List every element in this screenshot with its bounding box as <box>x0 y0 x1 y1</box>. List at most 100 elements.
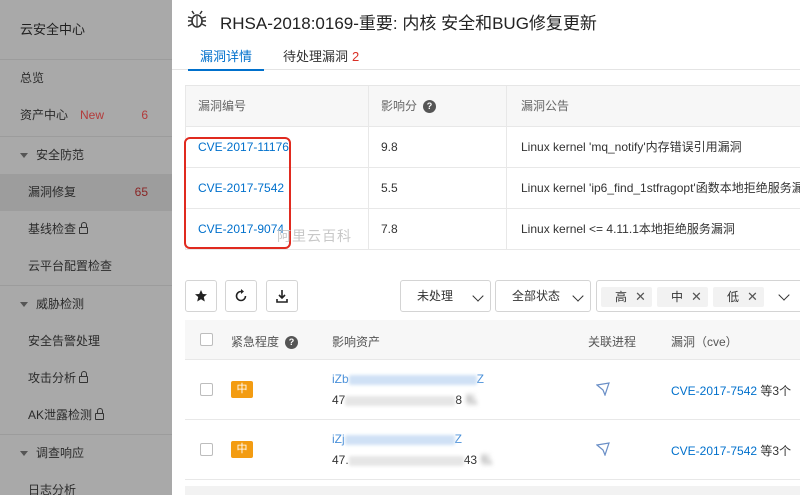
tab-pending-vulns[interactable]: 待处理漏洞 2 <box>283 46 359 70</box>
process-send-icon[interactable] <box>596 382 610 396</box>
column-header: 漏洞（cve） <box>671 335 738 349</box>
column-header-label: 紧急程度 <box>231 335 280 349</box>
private-ip-label: 私 <box>480 453 493 467</box>
select-all-checkbox[interactable] <box>200 333 213 346</box>
cve-cell: CVE-2017-7542 等3个 <box>671 442 791 459</box>
row-checkbox[interactable] <box>200 383 213 396</box>
sidebar-item-label: 总览 <box>20 71 45 85</box>
notice-cell: Linux kernel <= 4.11.1本地拒绝服务漏洞 <box>521 222 735 236</box>
sidebar-group-protection[interactable]: 安全防范 <box>0 137 172 174</box>
select-value: 全部状态 <box>512 289 561 303</box>
notice-cell: Linux kernel 'ip6_find_1stfragopt'函数本地拒绝… <box>521 181 800 195</box>
redacted-text <box>348 374 477 385</box>
tag-label: 低 <box>727 290 740 304</box>
sidebar-item-label: 安全告警处理 <box>28 334 101 348</box>
lock-icon <box>79 371 89 383</box>
caret-down-icon <box>20 302 28 308</box>
chevron-down-icon <box>572 290 584 302</box>
table-row: 中 iZj Z 47. 43 私 CVE-2017-7542 等3个 <box>185 420 800 480</box>
sidebar-item-ak[interactable]: AK泄露检测 <box>0 397 172 434</box>
sidebar-item-label: 攻击分析 <box>28 371 77 385</box>
level-badge: 中 <box>231 381 253 398</box>
level-badge: 中 <box>231 441 253 458</box>
cve-link[interactable]: CVE-2017-11176 <box>198 140 289 154</box>
chevron-down-icon <box>778 289 790 301</box>
column-header: 影响资产 <box>332 335 381 349</box>
sidebar-item-baseline[interactable]: 基线检查 <box>0 211 172 248</box>
asset-name-prefix: iZj <box>332 432 345 446</box>
panel-header: RHSA-2018:0169-重要: 内核 安全和BUG修复更新 <box>172 0 800 40</box>
cve-more: 等3个 <box>760 384 792 398</box>
cve-link[interactable]: CVE-2017-7542 <box>671 384 757 398</box>
caret-down-icon <box>20 153 28 159</box>
redacted-text <box>344 434 455 445</box>
tab-label: 漏洞详情 <box>200 49 253 64</box>
table-row: CVE-2017-11176 9.8 Linux kernel 'mq_noti… <box>185 127 800 168</box>
column-header: 漏洞公告 <box>521 99 570 113</box>
sidebar-item-alerts[interactable]: 安全告警处理 <box>0 323 172 360</box>
tag-label: 高 <box>615 290 628 304</box>
assets-count: 6 <box>141 108 148 122</box>
sidebar-item-log[interactable]: 日志分析 <box>0 472 172 495</box>
cve-link[interactable]: CVE-2017-7542 <box>198 181 284 195</box>
close-icon[interactable]: ✕ <box>747 287 758 307</box>
level-multi-select[interactable]: 高 ✕ 中 ✕ 低 ✕ <box>596 280 800 312</box>
asset-name-link[interactable]: iZj Z <box>332 432 462 446</box>
download-button[interactable] <box>266 280 298 312</box>
star-button[interactable] <box>185 280 217 312</box>
level-tag-high: 高 ✕ <box>601 287 652 307</box>
ip-suffix: 43 <box>463 453 478 467</box>
column-header-label: 影响分 <box>381 99 418 113</box>
tab-vuln-detail[interactable]: 漏洞详情 <box>187 46 265 71</box>
close-icon[interactable]: ✕ <box>635 287 646 307</box>
sidebar-group-investigate[interactable]: 调查响应 <box>0 435 172 472</box>
sidebar-item-label: 云平台配置检查 <box>28 259 113 273</box>
ip-suffix: 8 <box>455 393 463 407</box>
asset-ip: 47 8 私 <box>332 391 477 408</box>
cve-link[interactable]: CVE-2017-9074 <box>198 222 284 236</box>
table-header-row: 紧急程度? 影响资产 关联进程 漏洞（cve） <box>185 320 800 360</box>
table-header-row: 漏洞编号 影响分? 漏洞公告 <box>185 86 800 127</box>
help-icon[interactable]: ? <box>423 100 437 114</box>
lock-icon <box>79 222 89 234</box>
private-ip-label: 私 <box>465 393 478 407</box>
sidebar-item-assets[interactable]: 资产中心 New 6 <box>0 97 172 134</box>
help-icon[interactable]: ? <box>285 336 299 350</box>
star-icon <box>195 290 207 302</box>
cve-cell: CVE-2017-11176 <box>186 127 369 168</box>
sidebar: 云安全中心 总览 资产中心 New 6 安全防范 漏洞修复 65 基线检查 云平台配置… <box>0 0 172 495</box>
sidebar-item-attack[interactable]: 攻击分析 <box>0 360 172 397</box>
sidebar-item-vuln[interactable]: 漏洞修复 65 <box>0 174 172 211</box>
sidebar-group-label: 威胁检测 <box>36 297 85 311</box>
state-filter-select[interactable]: 全部状态 <box>495 280 591 312</box>
pending-count-badge: 2 <box>352 49 360 64</box>
new-badge: New <box>80 108 105 122</box>
asset-ip: 47. 43 私 <box>332 451 492 468</box>
column-header: 关联进程 <box>588 335 637 349</box>
ip-prefix: 47 <box>332 393 346 407</box>
caret-down-icon <box>20 451 28 457</box>
close-icon[interactable]: ✕ <box>691 287 702 307</box>
sidebar-item-cloud-config[interactable]: 云平台配置检查 <box>0 248 172 285</box>
sidebar-group-threat[interactable]: 威胁检测 <box>0 286 172 323</box>
score-cell: 7.8 <box>369 209 507 250</box>
status-filter-select[interactable]: 未处理 <box>400 280 491 312</box>
sidebar-item-label: 日志分析 <box>28 483 77 495</box>
process-send-icon[interactable] <box>596 442 610 456</box>
row-checkbox[interactable] <box>200 443 213 456</box>
score-cell: 5.5 <box>369 168 507 209</box>
select-value: 未处理 <box>417 289 454 303</box>
tab-label: 待处理漏洞 <box>283 49 349 64</box>
sidebar-group-label: 安全防范 <box>36 148 85 162</box>
refresh-button[interactable] <box>225 280 257 312</box>
cve-link[interactable]: CVE-2017-7542 <box>671 444 757 458</box>
tab-bar: 漏洞详情 待处理漏洞 2 <box>172 40 800 71</box>
cve-cell: CVE-2017-7542 等3个 <box>671 382 791 399</box>
sidebar-item-overview[interactable]: 总览 <box>0 60 172 97</box>
column-header: 漏洞编号 <box>186 86 369 127</box>
table-row: 中 iZb Z 47 8 私 CVE-2017-7542 等3个 <box>185 360 800 420</box>
page-title: RHSA-2018:0169-重要: 内核 安全和BUG修复更新 <box>220 14 597 33</box>
asset-name-link[interactable]: iZb Z <box>332 372 484 386</box>
redacted-text <box>345 395 456 406</box>
bug-icon <box>187 10 207 28</box>
